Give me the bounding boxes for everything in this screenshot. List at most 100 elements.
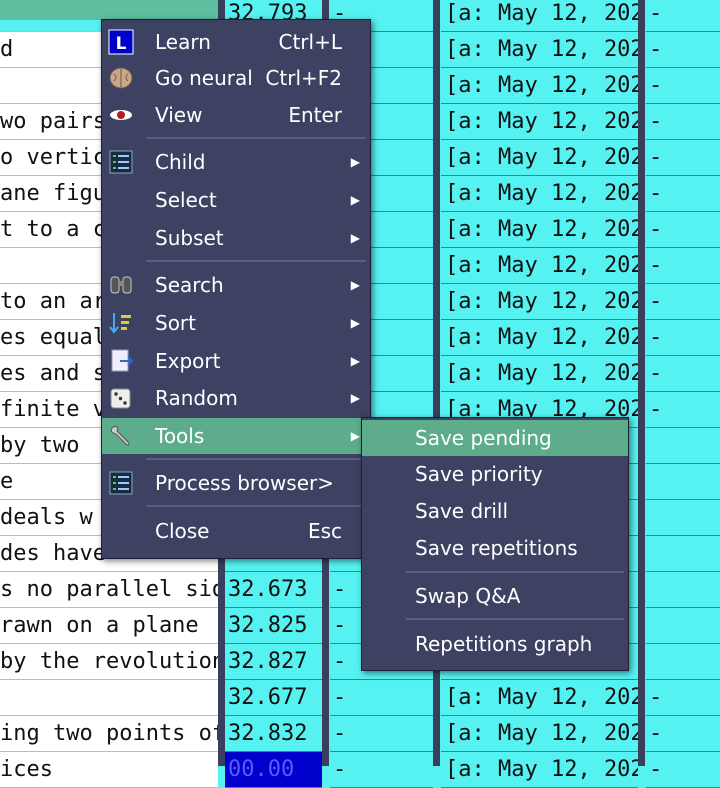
table-cell-date[interactable]: [a: May 12, 202 bbox=[441, 68, 638, 104]
table-cell-end[interactable]: - bbox=[646, 284, 720, 320]
tools-submenu: Save pending Save priority Save drill Sa… bbox=[361, 417, 629, 671]
menu-item-export[interactable]: Export ▶ bbox=[102, 343, 370, 379]
binoculars-icon bbox=[108, 272, 134, 298]
table-cell-end[interactable]: - bbox=[646, 176, 720, 212]
table-cell-end[interactable] bbox=[646, 428, 720, 464]
menu-item-tools[interactable]: Tools ▶ bbox=[102, 418, 370, 454]
table-cell-end[interactable]: - bbox=[646, 32, 720, 68]
table-cell-end[interactable]: - bbox=[646, 680, 720, 716]
submenu-item-save-pending[interactable]: Save pending bbox=[362, 420, 628, 456]
menu-item-process-browser[interactable]: Process browser> bbox=[102, 465, 370, 501]
table-cell-dash[interactable]: - bbox=[330, 752, 433, 788]
table-cell-text[interactable]: by the revolution bbox=[0, 644, 218, 680]
menu-item-close[interactable]: Close Esc bbox=[102, 513, 370, 549]
table-cell-end[interactable]: - bbox=[646, 716, 720, 752]
column-divider[interactable] bbox=[638, 0, 645, 766]
table-cell-end[interactable] bbox=[646, 536, 720, 572]
table-cell-end[interactable] bbox=[646, 644, 720, 680]
menu-item-search[interactable]: Search ▶ bbox=[102, 267, 370, 303]
menu-item-subset[interactable]: Subset ▶ bbox=[102, 220, 370, 256]
wrench-icon bbox=[108, 423, 134, 449]
table-cell-end[interactable]: - bbox=[646, 0, 720, 32]
table-cell-text[interactable] bbox=[0, 680, 218, 716]
table-cell-end[interactable]: - bbox=[646, 212, 720, 248]
menu-item-select[interactable]: Select ▶ bbox=[102, 182, 370, 218]
table-row[interactable]: ices 00.00- [a: May 12, 202- bbox=[0, 752, 720, 788]
table-cell-num[interactable]: 00.00 bbox=[225, 752, 322, 788]
table-cell-num[interactable]: 32.827 bbox=[225, 644, 322, 680]
submenu-arrow-icon: ▶ bbox=[350, 278, 360, 292]
table-cell-num[interactable]: 32.832 bbox=[225, 716, 322, 752]
table-cell-num[interactable]: 32.677 bbox=[225, 680, 322, 716]
table-cell-end[interactable]: - bbox=[646, 320, 720, 356]
table-cell-text[interactable]: ices bbox=[0, 752, 218, 788]
submenu-item-label: Repetitions graph bbox=[415, 632, 593, 656]
submenu-item-save-repetitions[interactable]: Save repetitions bbox=[362, 530, 628, 566]
menu-item-go-neural[interactable]: Go neural Ctrl+F2 bbox=[102, 60, 370, 96]
table-cell-date[interactable]: [a: May 12, 202 bbox=[441, 32, 638, 68]
submenu-arrow-icon: ▶ bbox=[350, 316, 360, 330]
table-cell-date[interactable]: [a: May 12, 202 bbox=[441, 0, 638, 32]
table-row[interactable]: 32.677- [a: May 12, 202- bbox=[0, 680, 720, 716]
table-cell-num[interactable]: 32.673 bbox=[225, 572, 322, 608]
table-cell-dash[interactable]: - bbox=[330, 716, 433, 752]
table-cell-dash[interactable]: - bbox=[330, 680, 433, 716]
submenu-item-label: Save pending bbox=[415, 426, 552, 450]
table-cell-end[interactable]: - bbox=[646, 392, 720, 428]
menu-item-label: Go neural bbox=[155, 66, 253, 90]
submenu-item-swap-qa[interactable]: Swap Q&A bbox=[362, 578, 628, 614]
table-cell-text[interactable]: s no parallel sid bbox=[0, 572, 218, 608]
submenu-item-save-drill[interactable]: Save drill bbox=[362, 493, 628, 529]
submenu-arrow-icon: ▶ bbox=[350, 429, 360, 443]
table-cell-end[interactable]: - bbox=[646, 140, 720, 176]
table-cell-date[interactable]: [a: May 12, 202 bbox=[441, 752, 638, 788]
table-cell-text[interactable]: rawn on a plane bbox=[0, 608, 218, 644]
export-icon bbox=[108, 348, 134, 374]
menu-item-learn[interactable]: L Learn Ctrl+L bbox=[102, 24, 370, 60]
table-cell-end[interactable]: - bbox=[646, 68, 720, 104]
table-cell-end[interactable]: - bbox=[646, 248, 720, 284]
menu-item-random[interactable]: Random ▶ bbox=[102, 380, 370, 416]
submenu-item-label: Save priority bbox=[415, 462, 543, 486]
list-icon bbox=[108, 149, 134, 175]
learn-icon: L bbox=[108, 29, 134, 55]
table-cell-date[interactable]: [a: May 12, 202 bbox=[441, 104, 638, 140]
table-cell-end[interactable] bbox=[646, 464, 720, 500]
table-cell-end[interactable]: - bbox=[646, 752, 720, 788]
table-cell-end[interactable]: - bbox=[646, 356, 720, 392]
table-cell-date[interactable]: [a: May 12, 202 bbox=[441, 356, 638, 392]
table-cell-date[interactable]: [a: May 12, 202 bbox=[441, 140, 638, 176]
table-cell-end[interactable] bbox=[646, 572, 720, 608]
submenu-arrow-icon: ▶ bbox=[350, 354, 360, 368]
table-row[interactable]: ing two points of 32.832- [a: May 12, 202- bbox=[0, 716, 720, 752]
table-cell-date[interactable]: [a: May 12, 202 bbox=[441, 176, 638, 212]
submenu-arrow-icon: ▶ bbox=[350, 193, 360, 207]
sort-icon bbox=[108, 310, 134, 336]
menu-item-label: Select bbox=[155, 188, 217, 212]
submenu-arrow-icon: ▶ bbox=[350, 155, 360, 169]
menu-separator bbox=[406, 571, 624, 573]
table-cell-end[interactable] bbox=[646, 500, 720, 536]
table-cell-date[interactable]: [a: May 12, 202 bbox=[441, 248, 638, 284]
menu-item-label: Tools bbox=[155, 424, 205, 448]
menu-item-child[interactable]: Child ▶ bbox=[102, 144, 370, 180]
submenu-item-repetitions-graph[interactable]: Repetitions graph bbox=[362, 626, 628, 662]
table-cell-end[interactable]: - bbox=[646, 104, 720, 140]
submenu-item-save-priority[interactable]: Save priority bbox=[362, 456, 628, 492]
table-cell-date[interactable]: [a: May 12, 202 bbox=[441, 284, 638, 320]
table-cell-text[interactable]: ing two points of bbox=[0, 716, 218, 752]
table-cell-date[interactable]: [a: May 12, 202 bbox=[441, 716, 638, 752]
table-cell-date[interactable]: [a: May 12, 202 bbox=[441, 680, 638, 716]
table-cell-date[interactable]: [a: May 12, 202 bbox=[441, 212, 638, 248]
menu-item-sort[interactable]: Sort ▶ bbox=[102, 305, 370, 341]
menu-item-label: Subset bbox=[155, 226, 224, 250]
table-cell-date[interactable]: [a: May 12, 202 bbox=[441, 320, 638, 356]
menu-separator bbox=[146, 260, 366, 262]
menu-item-label: Random bbox=[155, 386, 238, 410]
table-cell-num[interactable]: 32.825 bbox=[225, 608, 322, 644]
menu-separator bbox=[406, 618, 624, 620]
submenu-item-label: Swap Q&A bbox=[415, 584, 521, 608]
table-cell-end[interactable] bbox=[646, 608, 720, 644]
menu-item-shortcut: Esc bbox=[307, 519, 342, 543]
menu-item-view[interactable]: View Enter bbox=[102, 97, 370, 133]
